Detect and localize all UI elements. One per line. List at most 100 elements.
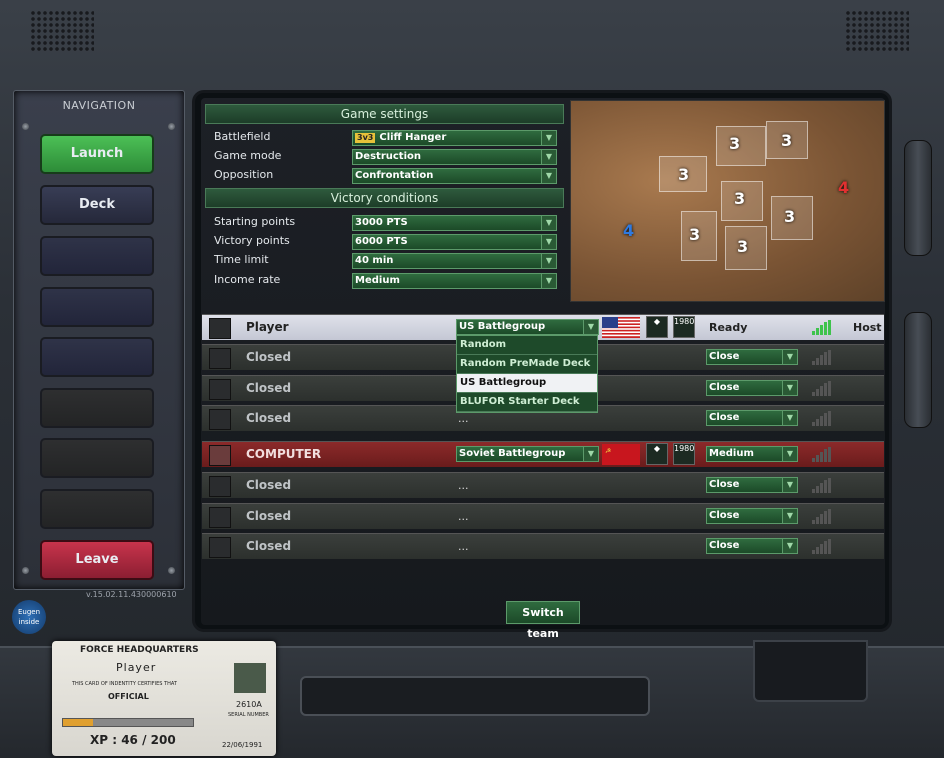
card-serial-label: SERIAL NUMBER	[228, 712, 269, 718]
battlefield-select[interactable]: 3v3 Cliff Hanger ▼	[352, 130, 557, 146]
avatar	[209, 445, 231, 466]
nav-empty-slot	[40, 236, 154, 276]
deck-select[interactable]: US Battlegroup ▼	[456, 319, 599, 335]
slot-action-select[interactable]: Close ▼	[706, 349, 798, 365]
card-title: FORCE HEADQUARTERS	[80, 645, 199, 655]
chevron-down-icon: ▼	[782, 539, 797, 553]
victory-points-select[interactable]: 6000 PTS ▼	[352, 234, 557, 250]
switch-team-button[interactable]: Switch team	[506, 601, 580, 640]
chevron-down-icon: ▼	[782, 447, 797, 461]
nav-empty-slot	[40, 388, 154, 428]
ready-status: Ready	[709, 321, 748, 334]
closed-slot-row: Closed ... Close ▼	[202, 503, 884, 529]
income-rate-select[interactable]: Medium ▼	[352, 273, 557, 289]
chevron-down-icon: ▼	[583, 447, 598, 461]
avatar	[234, 663, 266, 693]
game-mode-value: Destruction	[355, 151, 421, 162]
difficulty-value: Medium	[709, 448, 754, 459]
computer-deck-select[interactable]: Soviet Battlegroup ▼	[456, 446, 599, 462]
closed-slot-row: Closed ... Close ▼	[202, 533, 884, 559]
avatar	[209, 507, 231, 528]
player-name: Player	[246, 320, 289, 334]
chevron-down-icon: ▼	[541, 216, 556, 230]
slot-action-select[interactable]: Close ▼	[706, 508, 798, 524]
time-limit-select[interactable]: 40 min ▼	[352, 253, 557, 269]
slot-action-select[interactable]: Close ▼	[706, 380, 798, 396]
dropdown-option[interactable]: Random PreMade Deck	[457, 355, 597, 374]
card-player-name: Player	[116, 661, 157, 674]
speaker-grille-left	[30, 10, 94, 52]
card-rank: OFFICIAL	[108, 692, 149, 701]
chevron-down-icon: ▼	[782, 509, 797, 523]
year-badge: 1980	[673, 443, 695, 465]
opposition-value: Confrontation	[355, 170, 434, 181]
deck-dropdown-list: Random Random PreMade Deck US Battlegrou…	[456, 335, 598, 413]
zone-value: 3	[784, 207, 796, 226]
avatar	[209, 318, 231, 339]
zone-value: 3	[737, 237, 749, 256]
red-deployment-zone: 4	[838, 178, 850, 197]
speaker-grille-right	[845, 10, 909, 52]
zone-value: 3	[734, 189, 746, 208]
victory-conditions-header: Victory conditions	[205, 188, 564, 208]
chevron-down-icon: ▼	[782, 381, 797, 395]
slot-deck-placeholder: ...	[458, 479, 469, 492]
signal-strength-icon	[812, 539, 832, 554]
slot-action-value: Close	[709, 351, 740, 362]
slot-action-select[interactable]: Close ▼	[706, 477, 798, 493]
chevron-down-icon: ▼	[782, 478, 797, 492]
battlefield-value: Cliff Hanger	[379, 132, 447, 143]
xp-progress-fill	[63, 719, 93, 726]
signal-strength-icon	[812, 447, 832, 462]
leave-button[interactable]: Leave	[40, 540, 154, 580]
game-settings-header: Game settings	[205, 104, 564, 124]
zone-value: 3	[729, 134, 741, 153]
screw-icon	[168, 567, 175, 574]
avatar	[209, 348, 231, 369]
card-serial: 2610A	[236, 700, 262, 709]
slot-action-value: Close	[709, 382, 740, 393]
dropdown-option[interactable]: BLUFOR Starter Deck	[457, 393, 597, 412]
signal-strength-icon	[812, 411, 832, 426]
nav-empty-slot	[40, 287, 154, 327]
closed-slot-row: Closed ... Close ▼	[202, 472, 884, 498]
opposition-select[interactable]: Confrontation ▼	[352, 168, 557, 184]
side-knob-bottom	[904, 312, 932, 428]
slot-name: Closed	[246, 539, 292, 553]
year-badge: 1980	[673, 316, 695, 338]
battlefield-map[interactable]: 3 3 3 3 3 3 3 4 4	[570, 100, 885, 302]
blue-deployment-zone: 4	[623, 221, 635, 240]
difficulty-select[interactable]: Medium ▼	[706, 446, 798, 462]
chevron-down-icon: ▼	[541, 169, 556, 183]
opposition-label: Opposition	[214, 168, 274, 181]
income-rate-value: Medium	[355, 275, 400, 286]
chevron-down-icon: ▼	[583, 320, 598, 334]
slot-action-select[interactable]: Close ▼	[706, 410, 798, 426]
computer-slot-row: COMPUTER Soviet Battlegroup ▼ ☭ ◆ 1980 M…	[202, 441, 884, 467]
launch-button[interactable]: Launch	[40, 134, 154, 174]
nav-empty-slot	[40, 337, 154, 377]
slot-name: Closed	[246, 411, 292, 425]
slot-action-select[interactable]: Close ▼	[706, 538, 798, 554]
screw-icon	[168, 123, 175, 130]
zone-value: 3	[689, 225, 701, 244]
starting-points-select[interactable]: 3000 PTS ▼	[352, 215, 557, 231]
deck-button[interactable]: Deck	[40, 185, 154, 225]
slot-action-value: Close	[709, 540, 740, 551]
avatar	[209, 476, 231, 497]
dropdown-option[interactable]: Random	[457, 336, 597, 355]
card-slot	[300, 676, 650, 716]
signal-strength-icon	[812, 509, 832, 524]
computer-name: COMPUTER	[246, 447, 322, 461]
game-mode-select[interactable]: Destruction ▼	[352, 149, 557, 165]
side-knob-top	[904, 140, 932, 256]
chevron-down-icon: ▼	[541, 254, 556, 268]
victory-points-value: 6000 PTS	[355, 236, 408, 247]
ussr-flag-icon: ☭	[602, 444, 640, 465]
id-card[interactable]: FORCE HEADQUARTERS Player THIS CARD OF I…	[52, 641, 276, 756]
screw-icon	[22, 123, 29, 130]
svg-text:☭: ☭	[605, 447, 611, 455]
zone-value: 3	[678, 165, 690, 184]
dropdown-option-selected[interactable]: US Battlegroup	[457, 374, 597, 393]
chevron-down-icon: ▼	[782, 350, 797, 364]
